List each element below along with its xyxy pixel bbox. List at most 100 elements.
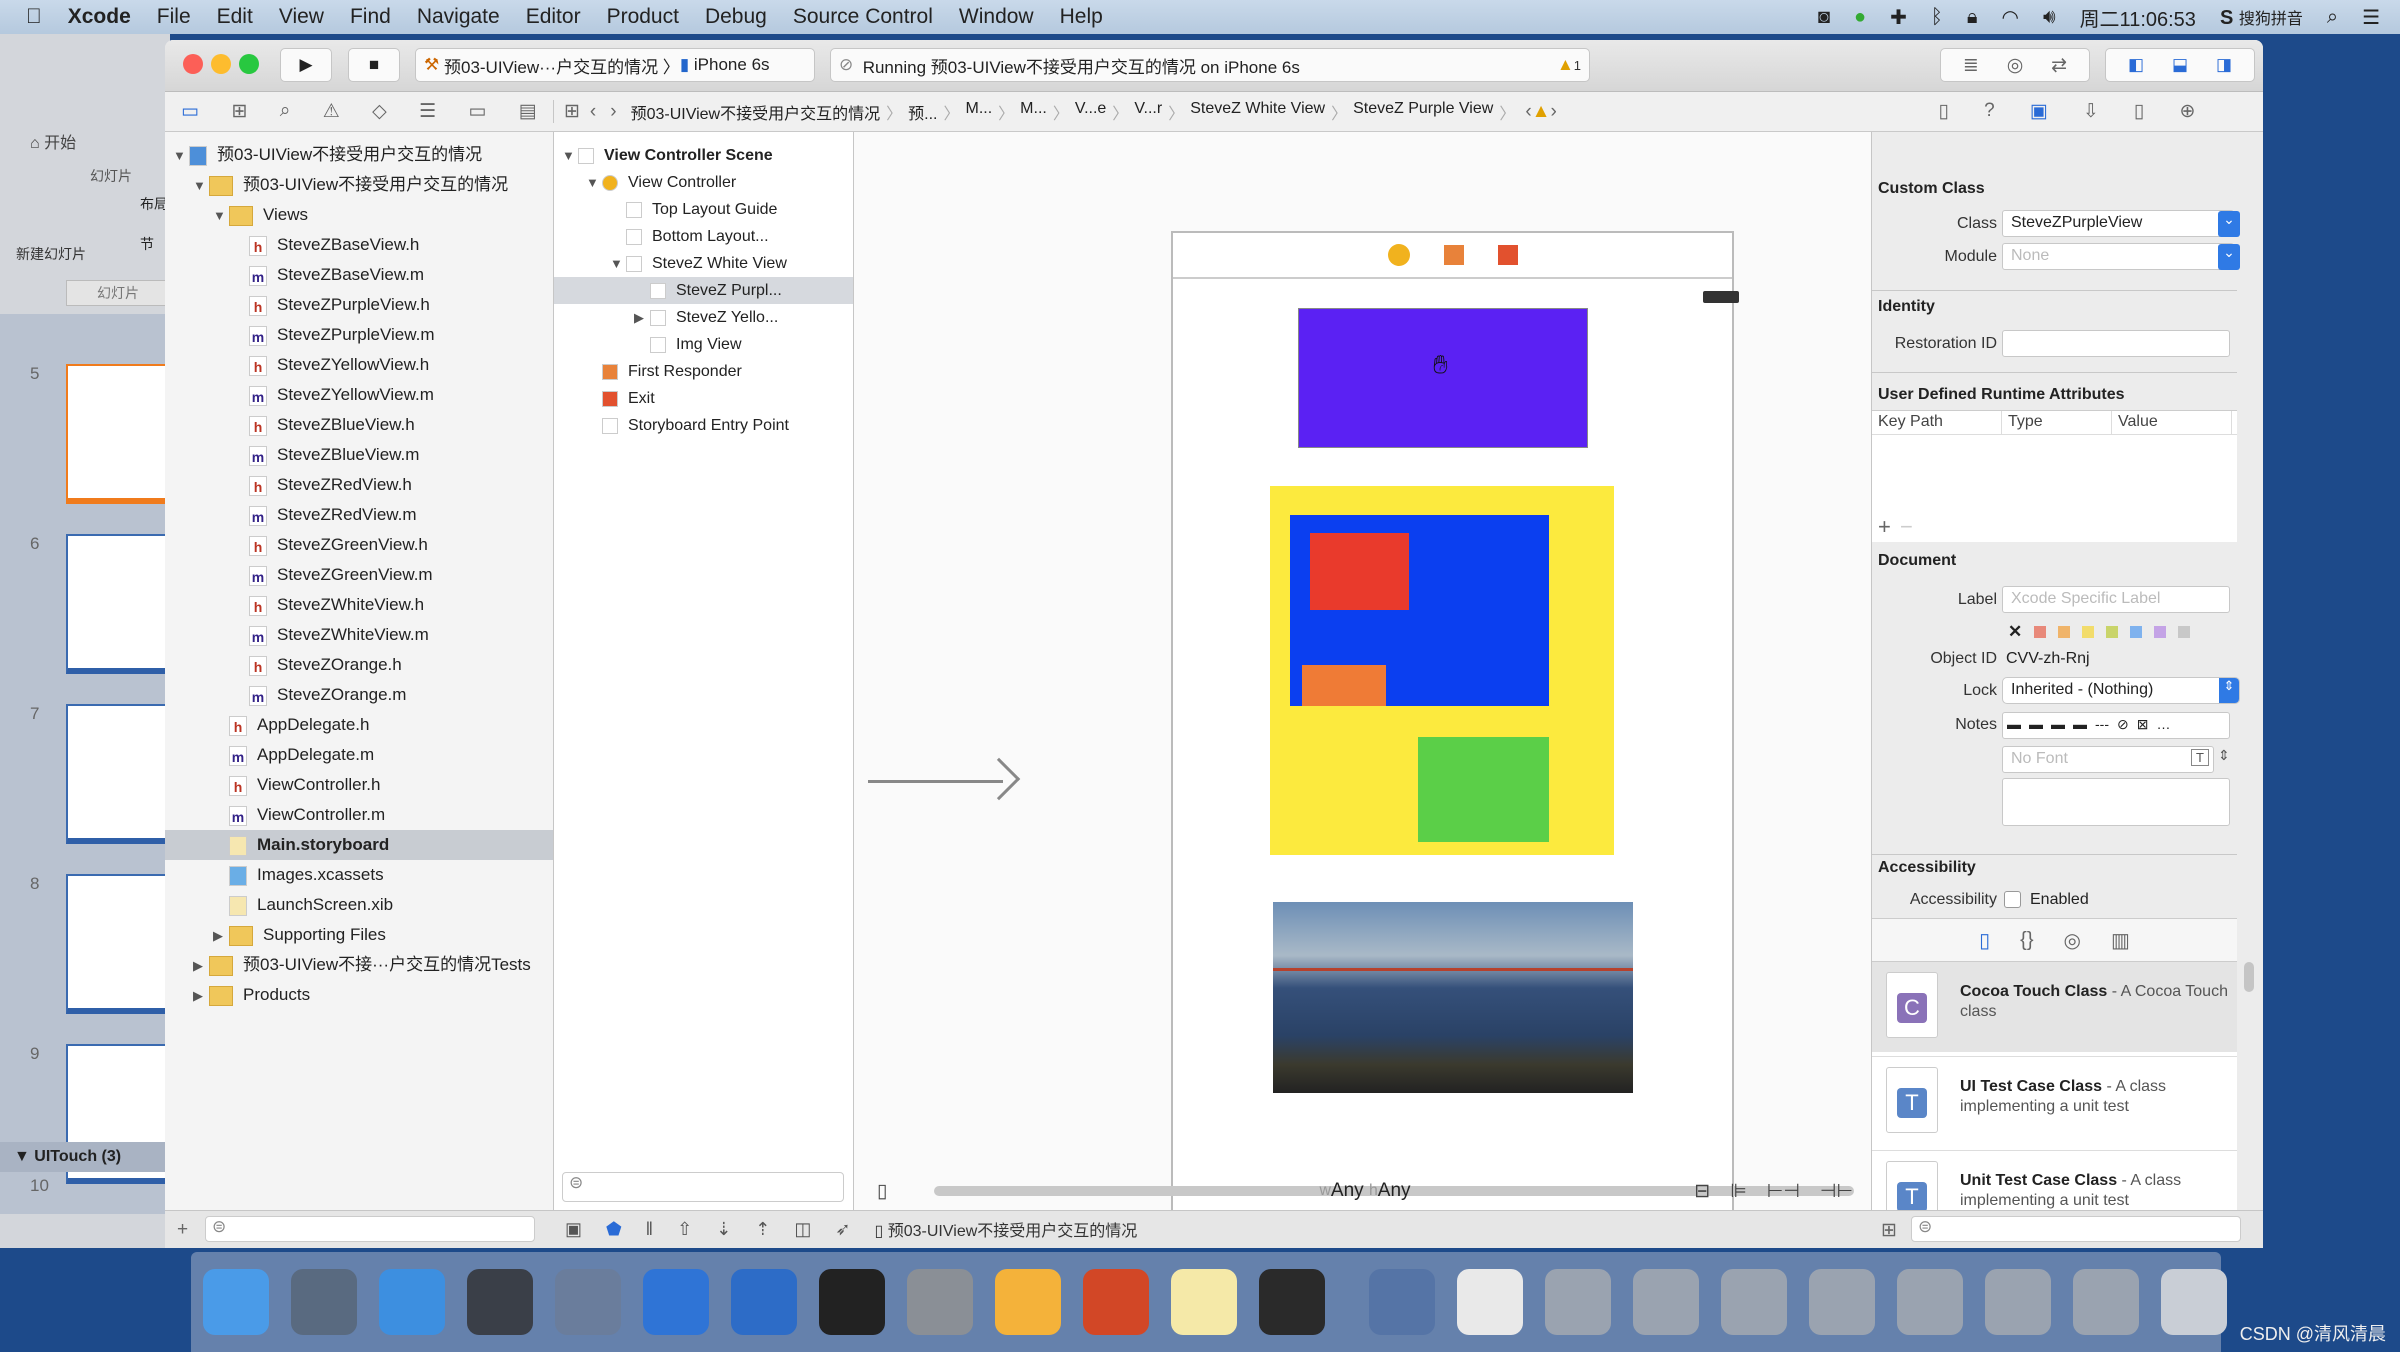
align-icon[interactable]: ⊫: [1730, 1180, 1747, 1203]
xcode-icon[interactable]: [643, 1269, 709, 1335]
code-snippet-library-icon[interactable]: {}: [2020, 929, 2033, 952]
document-outline-toggle-icon[interactable]: ▯: [877, 1180, 887, 1203]
outline-item[interactable]: ▼ View Controller Scene: [554, 142, 853, 169]
instruments-icon[interactable]: [731, 1269, 797, 1335]
report-navigator-icon[interactable]: ▤: [519, 100, 537, 123]
column-header[interactable]: Key Path: [1872, 411, 2002, 434]
exit-icon[interactable]: [1497, 245, 1518, 265]
navigator-item[interactable]: h SteveZRedView.h: [165, 470, 412, 500]
outline-item[interactable]: ▼ SteveZ White View: [554, 250, 853, 277]
navigator-item[interactable]: ▶ Products: [165, 980, 310, 1010]
console-icon[interactable]: [1259, 1269, 1325, 1335]
trash-icon[interactable]: [2161, 1269, 2227, 1335]
outline-item[interactable]: SteveZ Purpl...: [554, 277, 853, 304]
pin-icon[interactable]: ⊢⊣: [1767, 1180, 1800, 1203]
navigator-item[interactable]: h SteveZBlueView.h: [165, 410, 415, 440]
disclosure-triangle-icon[interactable]: ▶: [193, 951, 209, 981]
quicktime-icon[interactable]: [1369, 1269, 1435, 1335]
navigator-item[interactable]: h SteveZYellowView.h: [165, 350, 429, 380]
justify-icon[interactable]: ▬: [2073, 716, 2087, 735]
launchpad-icon[interactable]: [291, 1269, 357, 1335]
align-left-icon[interactable]: ▬: [2007, 716, 2021, 735]
debug-navigator-icon[interactable]: ☰: [419, 100, 436, 123]
zoom-button[interactable]: [239, 54, 259, 74]
version-editor-icon[interactable]: ⇄: [2051, 54, 2067, 77]
navigator-toggle-icon[interactable]: ◧: [2128, 55, 2144, 75]
library-item[interactable]: C Cocoa Touch Class - A Cocoa Touch class: [1872, 962, 2237, 1052]
assistant-editor-icon[interactable]: ◎: [2007, 54, 2024, 77]
step-over-icon[interactable]: ⇧: [677, 1219, 692, 1240]
library-filter-field[interactable]: ⊜: [1911, 1216, 2241, 1242]
outline-item[interactable]: Img View: [554, 331, 853, 358]
ppt-new-slide[interactable]: 新建幻灯片: [16, 244, 86, 264]
font-field[interactable]: No Font T: [2002, 746, 2214, 773]
view-toggle-group[interactable]: ◧ ⬓ ◨: [2105, 48, 2255, 82]
font-stepper[interactable]: ⇕: [2218, 747, 2230, 764]
column-header[interactable]: Value: [2112, 411, 2232, 434]
document-label-field[interactable]: Xcode Specific Label: [2002, 586, 2230, 613]
label-color-swatch[interactable]: [2130, 626, 2143, 638]
red-view[interactable]: [1310, 533, 1409, 610]
menu-editor[interactable]: Editor: [526, 5, 581, 29]
menu-debug[interactable]: Debug: [705, 5, 767, 29]
img-view-golden-gate[interactable]: [1273, 902, 1633, 1093]
symbol-navigator-icon[interactable]: ⊞: [231, 100, 247, 123]
disclosure-triangle-icon[interactable]: ▶: [193, 981, 209, 1011]
sketch-icon[interactable]: [995, 1269, 1061, 1335]
object-library-icon[interactable]: ◎: [2064, 928, 2081, 953]
outline-item[interactable]: Bottom Layout...: [554, 223, 853, 250]
size-inspector-icon[interactable]: ▯: [2134, 100, 2144, 123]
powerpoint-icon[interactable]: [1083, 1269, 1149, 1335]
slide-thumbnail[interactable]: [66, 534, 170, 674]
no-color-icon[interactable]: ✕: [2008, 622, 2022, 642]
volume-icon[interactable]: 🔊︎: [2043, 6, 2056, 29]
outline-item[interactable]: ▼ View Controller: [554, 169, 853, 196]
debug-toggle-icon[interactable]: ⬓: [2172, 55, 2188, 75]
bluetooth-icon[interactable]: ᛒ: [1931, 6, 1943, 29]
file-inspector-icon[interactable]: ▯: [1939, 100, 1949, 123]
ppt-section[interactable]: 节: [140, 234, 154, 254]
window-6-icon[interactable]: [1985, 1269, 2051, 1335]
finder-icon[interactable]: [203, 1269, 269, 1335]
navigator-item[interactable]: m SteveZGreenView.m: [165, 560, 433, 590]
library-grid-icon[interactable]: ⊞: [1881, 1219, 1897, 1242]
size-class-control[interactable]: ▯ w Any h Any ⊟ ⊫ ⊢⊣ ⊣⊢: [865, 1173, 1865, 1209]
view-controller-scene[interactable]: ✋︎: [1171, 231, 1739, 1211]
navigator-item[interactable]: h SteveZOrange.h: [165, 650, 402, 680]
navigator-item[interactable]: h SteveZGreenView.h: [165, 530, 428, 560]
screen-record-icon[interactable]: ◙: [1818, 6, 1830, 29]
navigator-item[interactable]: Main.storyboard: [165, 830, 553, 860]
wifi-icon[interactable]: ◠: [2002, 5, 2019, 30]
lock-icon[interactable]: 🔒︎: [1967, 6, 1978, 29]
navigator-item[interactable]: m SteveZBaseView.m: [165, 260, 424, 290]
notes-icon[interactable]: [1171, 1269, 1237, 1335]
media-library-icon[interactable]: ▥: [2111, 928, 2130, 953]
storyboard-canvas[interactable]: ✋︎: [854, 132, 1871, 1211]
quick-help-icon[interactable]: ?: [1984, 100, 1995, 123]
utilities-toggle-icon[interactable]: ◨: [2216, 55, 2232, 75]
runtime-attributes-table[interactable]: Key Path Type Value + −: [1872, 410, 2237, 542]
slide-thumbnail[interactable]: [66, 874, 170, 1014]
purple-view[interactable]: ✋︎: [1298, 308, 1588, 448]
outline-item[interactable]: ▶ SteveZ Yello...: [554, 304, 853, 331]
remove-attribute-button[interactable]: −: [1900, 514, 1913, 540]
notes-format-bar[interactable]: ▬ ▬ ▬ ▬ --- ⊘ ⊠…: [2002, 712, 2230, 739]
navigator-item[interactable]: ▼ Views: [165, 200, 308, 230]
align-center-icon[interactable]: ▬: [2029, 716, 2043, 735]
project-navigator-icon[interactable]: ▭: [181, 100, 199, 123]
restoration-id-field[interactable]: [2002, 330, 2230, 357]
warning-icon[interactable]: ▲1: [1557, 55, 1581, 75]
label-color-swatch[interactable]: [2082, 626, 2095, 638]
navigator-item[interactable]: h AppDelegate.h: [165, 710, 369, 740]
preview-icon[interactable]: [1457, 1269, 1523, 1335]
mouse-icon[interactable]: [467, 1269, 533, 1335]
file-template-library-icon[interactable]: ▯: [1979, 928, 1990, 953]
menu-find[interactable]: Find: [350, 5, 391, 29]
jump-bar-item[interactable]: V...e: [1075, 100, 1106, 124]
scheme-selector[interactable]: ⚒︎ 预03-UIView···户交互的情况 〉 ▮ iPhone 6s: [415, 48, 815, 82]
disclosure-triangle-icon[interactable]: ▶: [634, 304, 650, 331]
navigator-item[interactable]: m SteveZPurpleView.m: [165, 320, 434, 350]
navigator-item[interactable]: ▶ 预03-UIView不接···户交互的情况Tests: [165, 950, 531, 980]
lock-popup[interactable]: Inherited - (Nothing) ⇕: [2002, 677, 2240, 704]
terminal-icon[interactable]: [819, 1269, 885, 1335]
